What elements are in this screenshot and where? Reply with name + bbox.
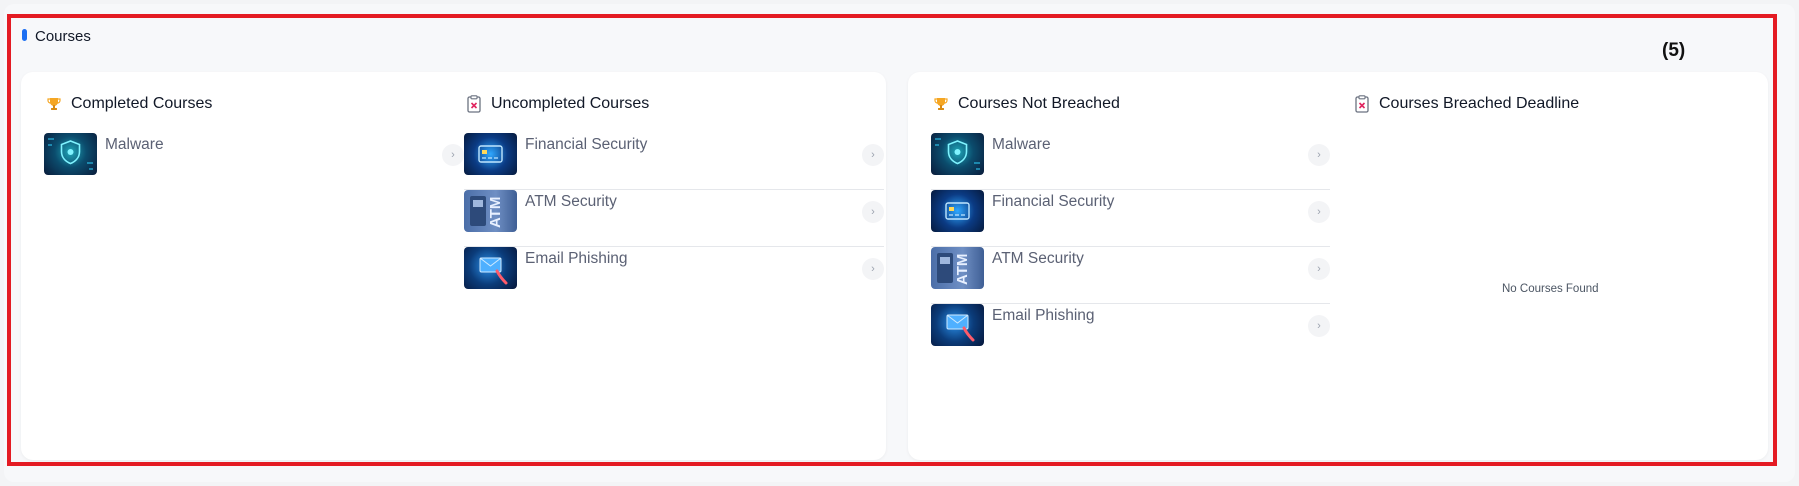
right-card: Courses Not Breached Malware › Financial S…: [908, 72, 1768, 460]
not-breached-list: Malware › Financial Security › ATM ATM Securi…: [931, 133, 1330, 361]
clipboard-x-icon: [1352, 94, 1372, 114]
section-title-text: Courses: [35, 28, 91, 45]
malware-course-thumbnail: [931, 133, 984, 175]
email-course-thumbnail: [464, 247, 517, 289]
course-title: Email Phishing: [525, 250, 628, 267]
title-accent-bar: [22, 28, 27, 41]
uncompleted-courses-list: Financial Security › ATM ATM Security › Email…: [464, 133, 884, 304]
course-list-item[interactable]: Financial Security ›: [464, 133, 884, 190]
completed-courses-list: Malware ›: [44, 133, 464, 190]
course-list-item[interactable]: Malware ›: [931, 133, 1330, 190]
svg-text:ATM: ATM: [487, 197, 504, 228]
chevron-right-icon[interactable]: ›: [442, 144, 464, 166]
course-list-item[interactable]: Email Phishing ›: [931, 304, 1330, 361]
course-title: Financial Security: [525, 136, 648, 153]
chevron-right-icon[interactable]: ›: [862, 144, 884, 166]
course-list-item[interactable]: Malware ›: [44, 133, 464, 190]
course-list-item[interactable]: Financial Security ›: [931, 190, 1330, 247]
chevron-right-icon[interactable]: ›: [1308, 315, 1330, 337]
course-title: Email Phishing: [992, 307, 1095, 324]
uncompleted-courses-title: Uncompleted Courses: [491, 95, 650, 112]
course-title: Financial Security: [992, 193, 1115, 210]
not-breached-header: Courses Not Breached: [931, 92, 1330, 116]
svg-text:ATM: ATM: [954, 254, 971, 285]
not-breached-column: Courses Not Breached Malware › Financial S…: [931, 92, 1330, 361]
chevron-right-icon[interactable]: ›: [862, 258, 884, 280]
left-card: Completed Courses Malware › Uncompleted C…: [21, 72, 886, 460]
atm-course-thumbnail: ATM: [931, 247, 984, 289]
section-title: Courses: [22, 28, 91, 45]
not-breached-title: Courses Not Breached: [958, 95, 1120, 112]
email-course-thumbnail: [931, 304, 984, 346]
clipboard-x-icon: [464, 94, 484, 114]
breached-header: Courses Breached Deadline: [1352, 92, 1752, 116]
trophy-icon: [931, 94, 951, 114]
course-title: Malware: [105, 136, 164, 153]
completed-courses-header: Completed Courses: [44, 92, 464, 116]
uncompleted-courses-header: Uncompleted Courses: [464, 92, 884, 116]
chevron-right-icon[interactable]: ›: [1308, 144, 1330, 166]
atm-course-thumbnail: ATM: [464, 190, 517, 232]
course-count: (5): [1662, 40, 1686, 61]
course-title: ATM Security: [992, 250, 1084, 267]
financial-course-thumbnail: [931, 190, 984, 232]
chevron-right-icon[interactable]: ›: [862, 201, 884, 223]
empty-state-text: No Courses Found: [1502, 283, 1599, 295]
uncompleted-courses-column: Uncompleted Courses Financial Security › A…: [464, 92, 884, 304]
course-list-item[interactable]: Email Phishing ›: [464, 247, 884, 304]
financial-course-thumbnail: [464, 133, 517, 175]
course-title: ATM Security: [525, 193, 617, 210]
course-list-item[interactable]: ATM ATM Security ›: [464, 190, 884, 247]
malware-course-thumbnail: [44, 133, 97, 175]
completed-courses-title: Completed Courses: [71, 95, 213, 112]
breached-column: Courses Breached Deadline: [1352, 92, 1752, 116]
completed-courses-column: Completed Courses Malware ›: [44, 92, 464, 190]
trophy-icon: [44, 94, 64, 114]
course-list-item[interactable]: ATM ATM Security ›: [931, 247, 1330, 304]
chevron-right-icon[interactable]: ›: [1308, 258, 1330, 280]
chevron-right-icon[interactable]: ›: [1308, 201, 1330, 223]
course-title: Malware: [992, 136, 1051, 153]
breached-title: Courses Breached Deadline: [1379, 95, 1580, 112]
